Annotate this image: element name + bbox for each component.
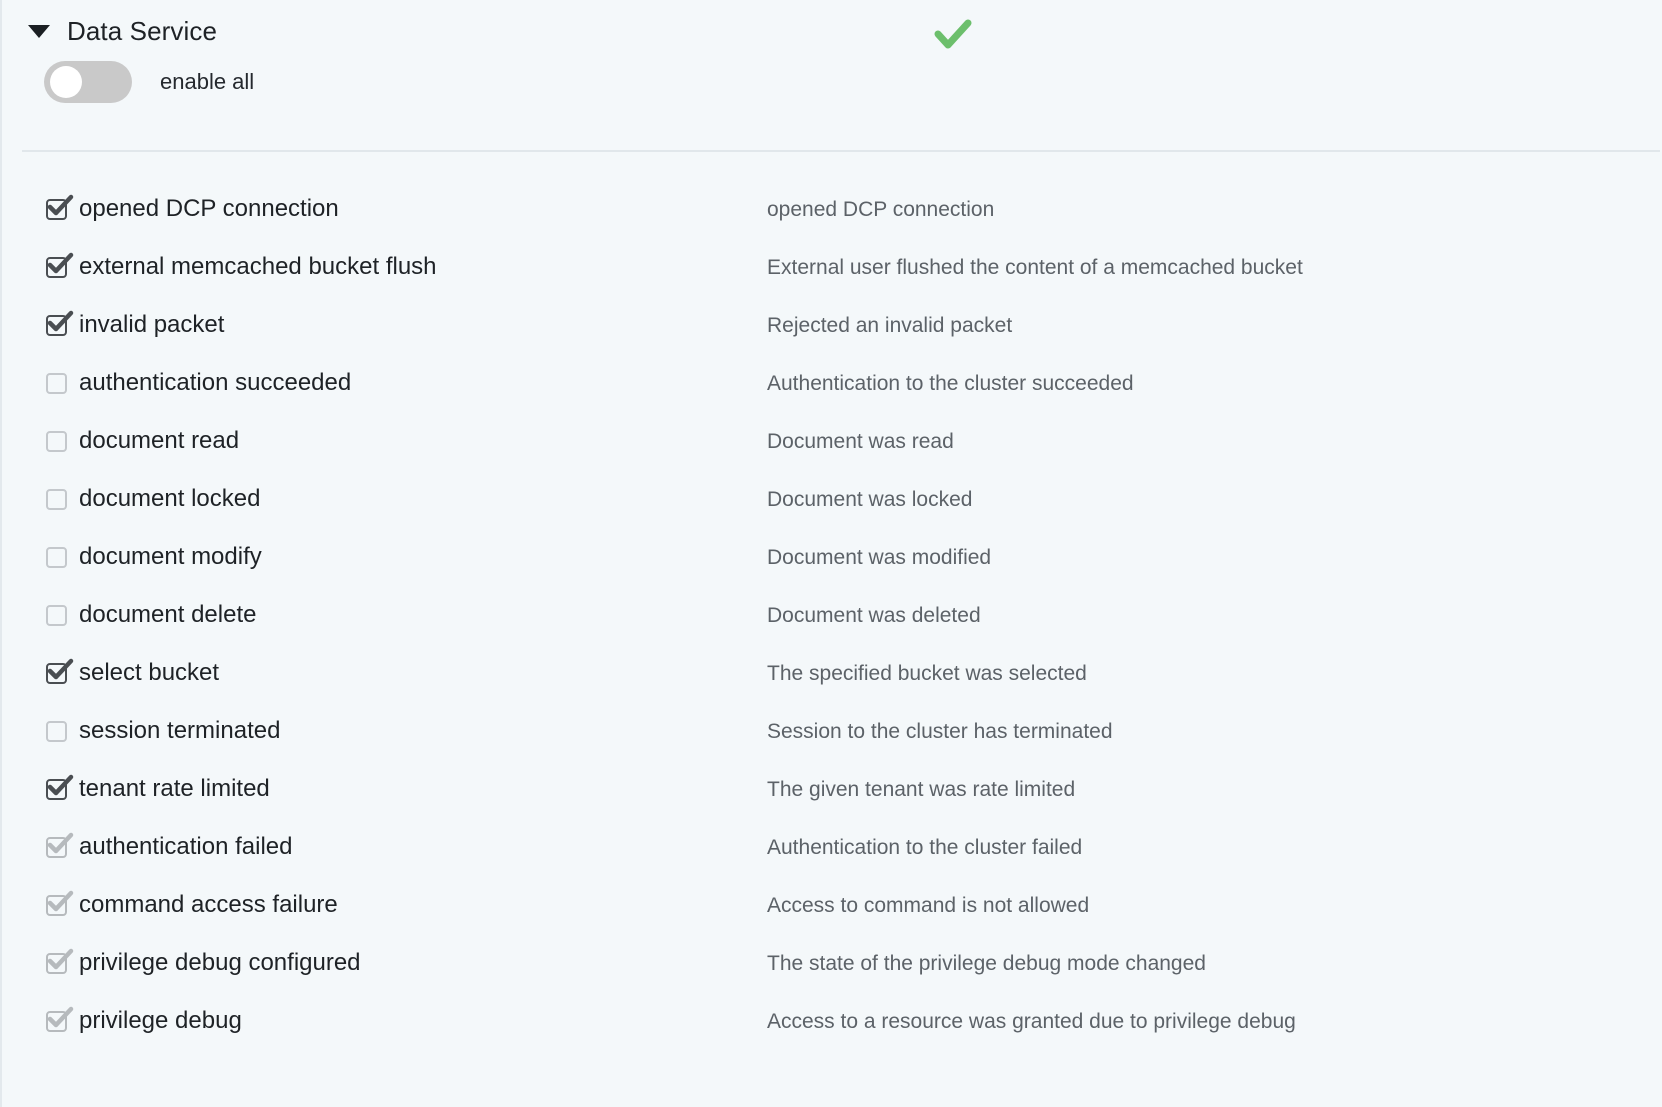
audit-event-description: Document was read	[767, 429, 954, 453]
checkbox-unchecked-icon[interactable]	[46, 546, 67, 568]
checkbox-checked-icon[interactable]	[46, 310, 74, 336]
audit-event-toggle-7[interactable]: document delete	[2, 603, 767, 627]
audit-event-toggle-6[interactable]: document modify	[2, 545, 767, 569]
table-row: authentication failed Authentication to t…	[2, 818, 1662, 876]
audit-event-toggle-3[interactable]: authentication succeeded	[2, 371, 767, 395]
audit-event-toggle-10[interactable]: tenant rate limited	[2, 774, 767, 802]
audit-event-label: privilege debug configured	[79, 949, 361, 976]
audit-event-label: opened DCP connection	[79, 195, 339, 222]
table-row: document read Document was read	[2, 412, 1662, 470]
table-row: invalid packet Rejected an invalid packet	[2, 296, 1662, 354]
checkbox-unchecked-icon[interactable]	[46, 430, 67, 452]
panel-header: Data Service enable all	[2, 0, 1662, 152]
data-service-panel: Data Service enable all opened DCP conne…	[0, 0, 1662, 1107]
checkbox-unchecked-icon[interactable]	[46, 488, 67, 510]
checkbox-checked-icon[interactable]	[46, 832, 74, 858]
audit-event-description: Authentication to the cluster succeeded	[767, 371, 1134, 395]
audit-event-label: tenant rate limited	[79, 775, 270, 802]
audit-event-description: Document was deleted	[767, 603, 981, 627]
audit-event-toggle-4[interactable]: document read	[2, 429, 767, 453]
checkbox-checked-icon[interactable]	[46, 890, 74, 916]
enable-all-toggle[interactable]	[44, 61, 132, 103]
enable-all-row: enable all	[2, 60, 1662, 104]
checkbox-unchecked-icon[interactable]	[46, 604, 67, 626]
audit-event-toggle-1[interactable]: external memcached bucket flush	[2, 252, 767, 280]
table-row: external memcached bucket flush External …	[2, 238, 1662, 296]
checkbox-unchecked-icon[interactable]	[46, 372, 67, 394]
audit-event-label: external memcached bucket flush	[79, 253, 437, 280]
panel-title-row: Data Service	[2, 0, 1662, 48]
audit-event-description: The state of the privilege debug mode ch…	[767, 951, 1206, 975]
checkbox-checked-icon[interactable]	[46, 252, 74, 278]
table-row: document delete Document was deleted	[2, 586, 1662, 644]
audit-event-label: document delete	[79, 601, 257, 628]
audit-event-toggle-2[interactable]: invalid packet	[2, 310, 767, 338]
audit-event-label: authentication failed	[79, 833, 293, 860]
audit-event-description: Session to the cluster has terminated	[767, 719, 1113, 743]
audit-event-description: Rejected an invalid packet	[767, 313, 1013, 337]
audit-event-toggle-0[interactable]: opened DCP connection	[2, 194, 767, 222]
audit-event-description: opened DCP connection	[767, 197, 995, 221]
audit-event-label: document modify	[79, 543, 262, 570]
audit-event-label: session terminated	[79, 717, 281, 744]
audit-event-description: Document was locked	[767, 487, 973, 511]
checkbox-checked-icon[interactable]	[46, 948, 74, 974]
table-row: authentication succeeded Authentication t…	[2, 354, 1662, 412]
enable-all-label: enable all	[160, 69, 255, 94]
checkbox-checked-icon[interactable]	[46, 774, 74, 800]
audit-event-toggle-12[interactable]: command access failure	[2, 890, 767, 918]
checkbox-checked-icon[interactable]	[46, 658, 74, 684]
chevron-down-icon[interactable]	[28, 24, 50, 38]
audit-event-toggle-8[interactable]: select bucket	[2, 658, 767, 686]
audit-event-toggle-5[interactable]: document locked	[2, 487, 767, 511]
audit-event-description: The specified bucket was selected	[767, 661, 1087, 685]
audit-event-description: The given tenant was rate limited	[767, 777, 1076, 801]
audit-event-description: External user flushed the content of a m…	[767, 255, 1303, 279]
page-title: Data Service	[67, 15, 218, 46]
audit-event-label: invalid packet	[79, 311, 225, 338]
audit-event-label: document read	[79, 427, 240, 454]
toggle-knob	[50, 66, 82, 98]
audit-event-label: document locked	[79, 485, 261, 512]
table-row: tenant rate limited The given tenant was …	[2, 760, 1662, 818]
audit-event-toggle-11[interactable]: authentication failed	[2, 832, 767, 860]
audit-event-toggle-9[interactable]: session terminated	[2, 719, 767, 743]
checkbox-unchecked-icon[interactable]	[46, 720, 67, 742]
audit-event-label: command access failure	[79, 891, 338, 918]
audit-event-label: privilege debug	[79, 1007, 242, 1034]
audit-event-toggle-13[interactable]: privilege debug configured	[2, 948, 767, 976]
checkbox-checked-icon[interactable]	[46, 1006, 74, 1032]
table-row: document modify Document was modified	[2, 528, 1662, 586]
audit-event-description: Access to a resource was granted due to …	[767, 1009, 1296, 1033]
table-row: privilege debug Access to a resource was …	[2, 992, 1662, 1050]
checkbox-checked-icon[interactable]	[46, 194, 74, 220]
audit-event-toggle-14[interactable]: privilege debug	[2, 1006, 767, 1034]
audit-event-description: Access to command is not allowed	[767, 893, 1090, 917]
table-row: opened DCP connection opened DCP connecti…	[2, 180, 1662, 238]
table-row: command access failure Access to command …	[2, 876, 1662, 934]
audit-event-label: select bucket	[79, 659, 220, 686]
table-row: document locked Document was locked	[2, 470, 1662, 528]
table-row: select bucket The specified bucket was se…	[2, 644, 1662, 702]
table-row: privilege debug configured The state of t…	[2, 934, 1662, 992]
audit-event-label: authentication succeeded	[79, 369, 352, 396]
audit-event-description: Document was modified	[767, 545, 992, 569]
table-row: session terminated Session to the cluster…	[2, 702, 1662, 760]
audit-event-description: Authentication to the cluster failed	[767, 835, 1083, 859]
audit-event-list: opened DCP connection opened DCP connecti…	[2, 151, 1662, 1050]
